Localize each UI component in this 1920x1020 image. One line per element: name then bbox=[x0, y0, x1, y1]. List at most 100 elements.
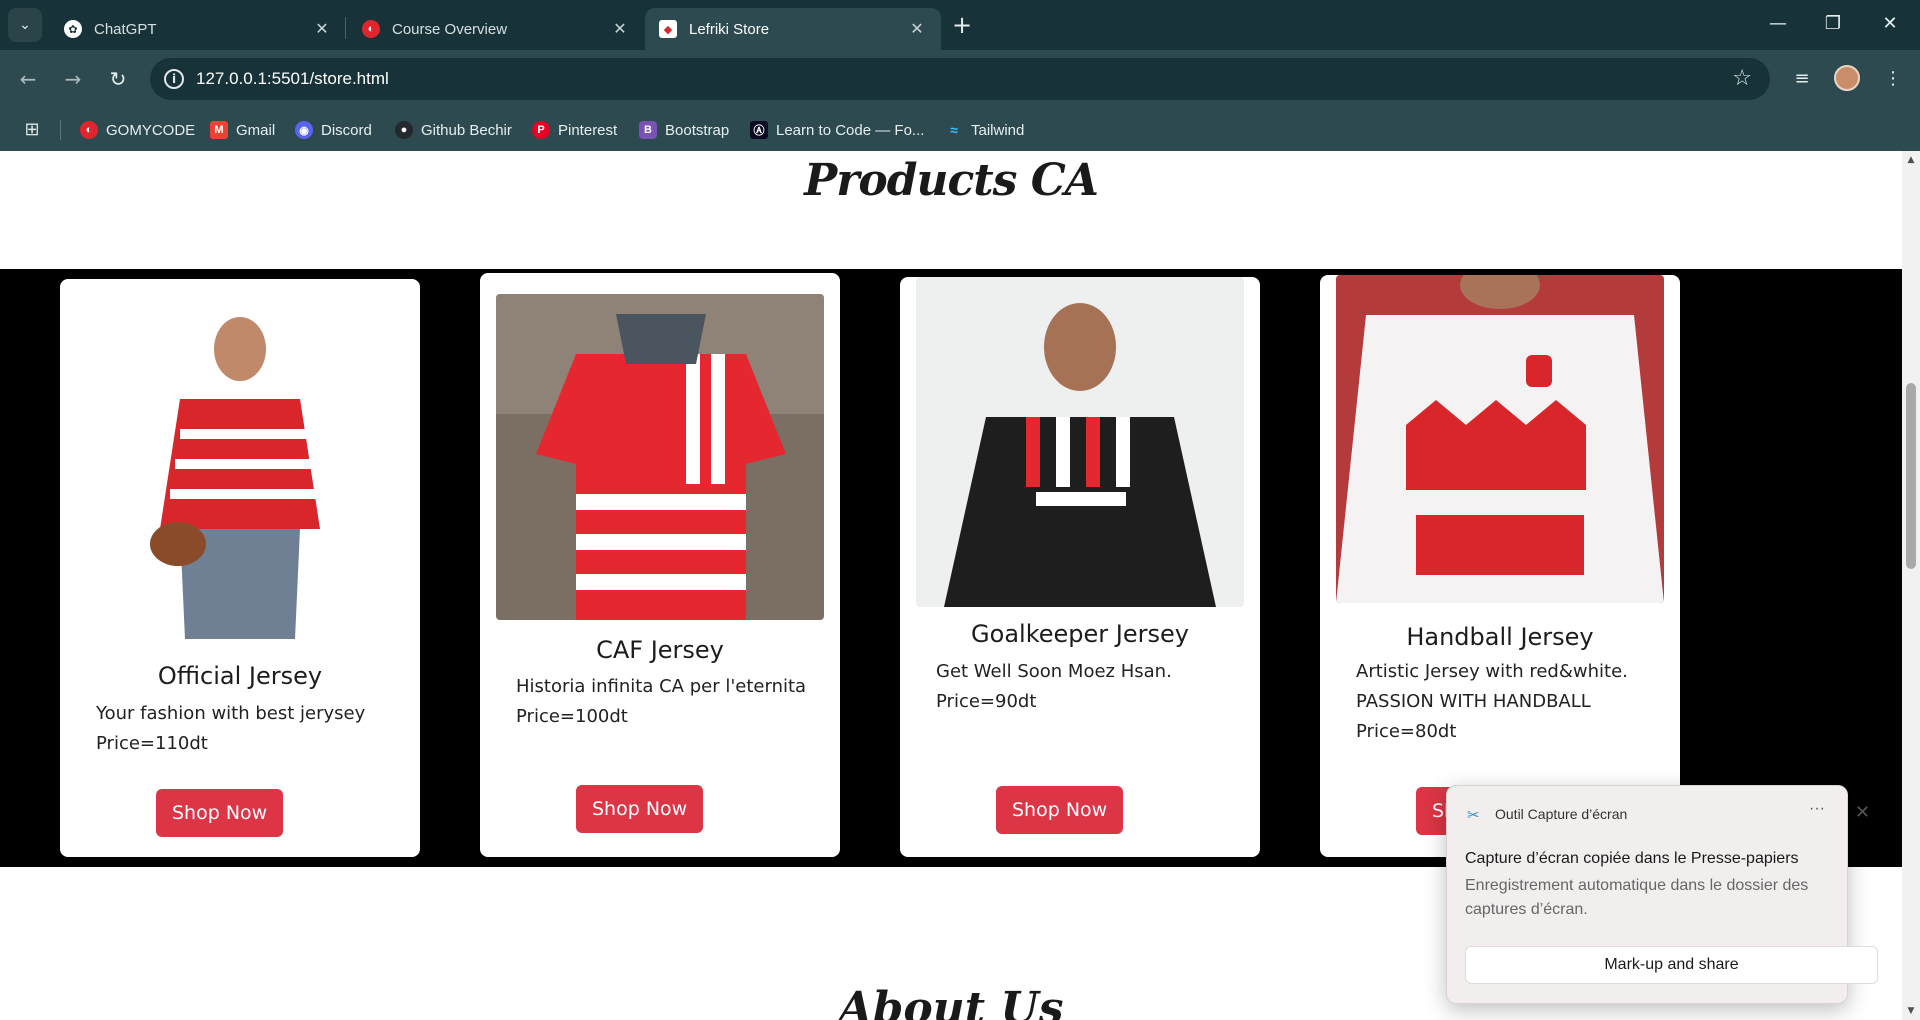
bookmark-label: Gmail bbox=[236, 121, 276, 139]
product-image-goalkeeper-jersey bbox=[916, 277, 1244, 607]
chevron-down-icon: ⌄ bbox=[19, 17, 31, 33]
bookmark-bootstrap[interactable]: B Bootstrap bbox=[639, 118, 729, 142]
bookmark-github[interactable]: ● Github Bechir bbox=[395, 118, 512, 142]
product-name: Handball Jersey bbox=[1406, 623, 1594, 651]
product-price: Price=110dt bbox=[96, 733, 208, 754]
jersey-photo bbox=[120, 289, 360, 639]
new-tab-button[interactable]: + bbox=[948, 12, 976, 40]
close-icon[interactable]: ✕ bbox=[907, 19, 927, 39]
apps-grid-icon[interactable]: ⊞ bbox=[20, 118, 44, 142]
tab-course-overview[interactable]: ◐ Course Overview ✕ bbox=[348, 8, 644, 50]
notification-body: Enregistrement automatique dans le dossi… bbox=[1465, 877, 1809, 918]
scrollbar-thumb[interactable] bbox=[1906, 383, 1916, 569]
discord-icon: ◉ bbox=[295, 121, 313, 139]
close-icon[interactable]: ✕ bbox=[1855, 802, 1870, 823]
product-description-text: Your fashion with best jerysey bbox=[96, 703, 366, 724]
browser-toolbar: ← → ↻ i 127.0.0.1:5501/store.html ☆ ≡ ⋮ bbox=[0, 50, 1920, 108]
tab-title: ChatGPT bbox=[94, 20, 157, 38]
bookmark-star-icon[interactable]: ☆ bbox=[1732, 66, 1752, 91]
arrow-left-icon: ← bbox=[19, 67, 37, 91]
bookmark-label: GOMYCODE bbox=[106, 121, 196, 139]
club-africain-icon: ◆ bbox=[659, 20, 677, 38]
product-price: Price=90dt bbox=[936, 691, 1037, 712]
github-icon: ● bbox=[395, 121, 413, 139]
gmail-icon: M bbox=[210, 121, 228, 139]
url-text[interactable]: 127.0.0.1:5501/store.html bbox=[196, 69, 389, 89]
jersey-photo bbox=[1336, 275, 1664, 603]
bookmark-label: Learn to Code — Fo... bbox=[776, 121, 925, 139]
scroll-down-icon[interactable]: ▼ bbox=[1902, 1006, 1920, 1016]
jersey-photo bbox=[496, 294, 824, 620]
bookmark-gomycode[interactable]: ◐ GOMYCODE bbox=[80, 118, 195, 142]
profile-avatar[interactable] bbox=[1834, 65, 1860, 91]
product-description-text: Historia infinita CA per l'eternita bbox=[516, 676, 807, 697]
freecodecamp-icon: Ⓐ bbox=[750, 121, 768, 139]
bookmark-label: Tailwind bbox=[971, 121, 1025, 139]
jersey-photo bbox=[916, 277, 1244, 607]
shop-now-button[interactable]: Shop Now bbox=[996, 786, 1124, 834]
more-options-icon[interactable]: ··· bbox=[1809, 800, 1825, 818]
close-icon[interactable]: ✕ bbox=[610, 19, 630, 39]
reload-icon: ↻ bbox=[109, 67, 127, 91]
product-card: Official Jersey Your fashion with best j… bbox=[60, 279, 420, 857]
page-scrollbar[interactable]: ▲ ▼ bbox=[1902, 151, 1920, 1020]
browser-menu-button[interactable]: ⋮ bbox=[1877, 63, 1909, 95]
restore-button[interactable]: ❐ bbox=[1813, 6, 1853, 42]
bookmark-freecodecamp[interactable]: Ⓐ Learn to Code — Fo... bbox=[750, 118, 924, 142]
product-description-text: Artistic Jersey with red&white. PASSION … bbox=[1356, 661, 1628, 712]
bookmark-tailwind[interactable]: ≈ Tailwind bbox=[945, 118, 1024, 142]
scissors-icon: ✂ bbox=[1467, 807, 1480, 824]
media-controls-button[interactable]: ≡ bbox=[1786, 63, 1818, 95]
product-image-handball-jersey bbox=[1336, 275, 1664, 603]
products-section: Official Jersey Your fashion with best j… bbox=[0, 269, 1902, 867]
minimize-button[interactable]: — bbox=[1758, 6, 1798, 42]
scroll-up-icon[interactable]: ▲ bbox=[1902, 155, 1920, 165]
product-card: Handball Jersey Artistic Jersey with red… bbox=[1320, 275, 1680, 857]
arrow-right-icon: → bbox=[64, 67, 82, 91]
gomycode-icon: ◐ bbox=[362, 20, 380, 38]
product-description: Get Well Soon Moez Hsan. Price=90dt bbox=[936, 657, 1236, 717]
product-price: Price=100dt bbox=[516, 706, 628, 727]
back-button[interactable]: ← bbox=[12, 63, 44, 95]
bookmark-label: Discord bbox=[321, 121, 372, 139]
forward-button[interactable]: → bbox=[57, 63, 89, 95]
chatgpt-icon: ✿ bbox=[64, 20, 82, 38]
plus-icon: + bbox=[951, 11, 973, 39]
notification-title: Capture d’écran copiée dans le Presse-pa… bbox=[1465, 850, 1799, 867]
minimize-icon: — bbox=[1769, 13, 1787, 34]
product-name: Goalkeeper Jersey bbox=[971, 620, 1189, 648]
restore-icon: ❐ bbox=[1824, 13, 1842, 34]
snipping-tool-notification: ✂ Outil Capture d’écran ··· ✕ Capture d’… bbox=[1446, 785, 1878, 1004]
notification-app-name: Outil Capture d’écran bbox=[1495, 806, 1628, 822]
tab-title: Course Overview bbox=[392, 20, 508, 38]
product-price: Price=80dt bbox=[1356, 721, 1457, 742]
tab-lefriki-store[interactable]: ◆ Lefriki Store ✕ bbox=[645, 8, 941, 50]
bookmark-gmail[interactable]: M Gmail bbox=[210, 118, 275, 142]
bookmarks-divider bbox=[60, 120, 61, 140]
product-image-caf-jersey bbox=[496, 294, 824, 620]
close-icon[interactable]: ✕ bbox=[312, 19, 332, 39]
bookmark-label: Pinterest bbox=[558, 121, 618, 139]
bookmark-pinterest[interactable]: P Pinterest bbox=[532, 118, 617, 142]
tailwind-icon: ≈ bbox=[950, 122, 958, 138]
shop-now-button[interactable]: Shop Now bbox=[156, 789, 284, 837]
bookmark-discord[interactable]: ◉ Discord bbox=[295, 118, 372, 142]
address-bar[interactable]: i 127.0.0.1:5501/store.html ☆ bbox=[150, 58, 1770, 100]
pinterest-icon: P bbox=[532, 121, 550, 139]
product-description: Historia infinita CA per l'eternita Pric… bbox=[516, 672, 816, 732]
products-heading: Products CA bbox=[804, 155, 1099, 206]
product-card: CAF Jersey Historia infinita CA per l'et… bbox=[480, 273, 840, 857]
info-icon[interactable]: i bbox=[164, 69, 184, 89]
product-name: CAF Jersey bbox=[596, 636, 724, 664]
bookmarks-bar: ⊞ ◐ GOMYCODE M Gmail ◉ Discord ● Github … bbox=[0, 108, 1920, 151]
bookmark-label: Github Bechir bbox=[421, 121, 512, 139]
shop-now-button[interactable]: Shop Now bbox=[576, 785, 704, 833]
tab-chatgpt[interactable]: ✿ ChatGPT ✕ bbox=[50, 8, 346, 50]
markup-and-share-button[interactable]: Mark-up and share bbox=[1465, 946, 1878, 984]
bootstrap-icon: B bbox=[639, 121, 657, 139]
close-window-button[interactable]: ✕ bbox=[1870, 6, 1910, 42]
product-description-text: Get Well Soon Moez Hsan. bbox=[936, 661, 1172, 682]
reload-button[interactable]: ↻ bbox=[102, 63, 134, 95]
tab-divider bbox=[345, 17, 346, 39]
tab-search-button[interactable]: ⌄ bbox=[8, 8, 42, 42]
